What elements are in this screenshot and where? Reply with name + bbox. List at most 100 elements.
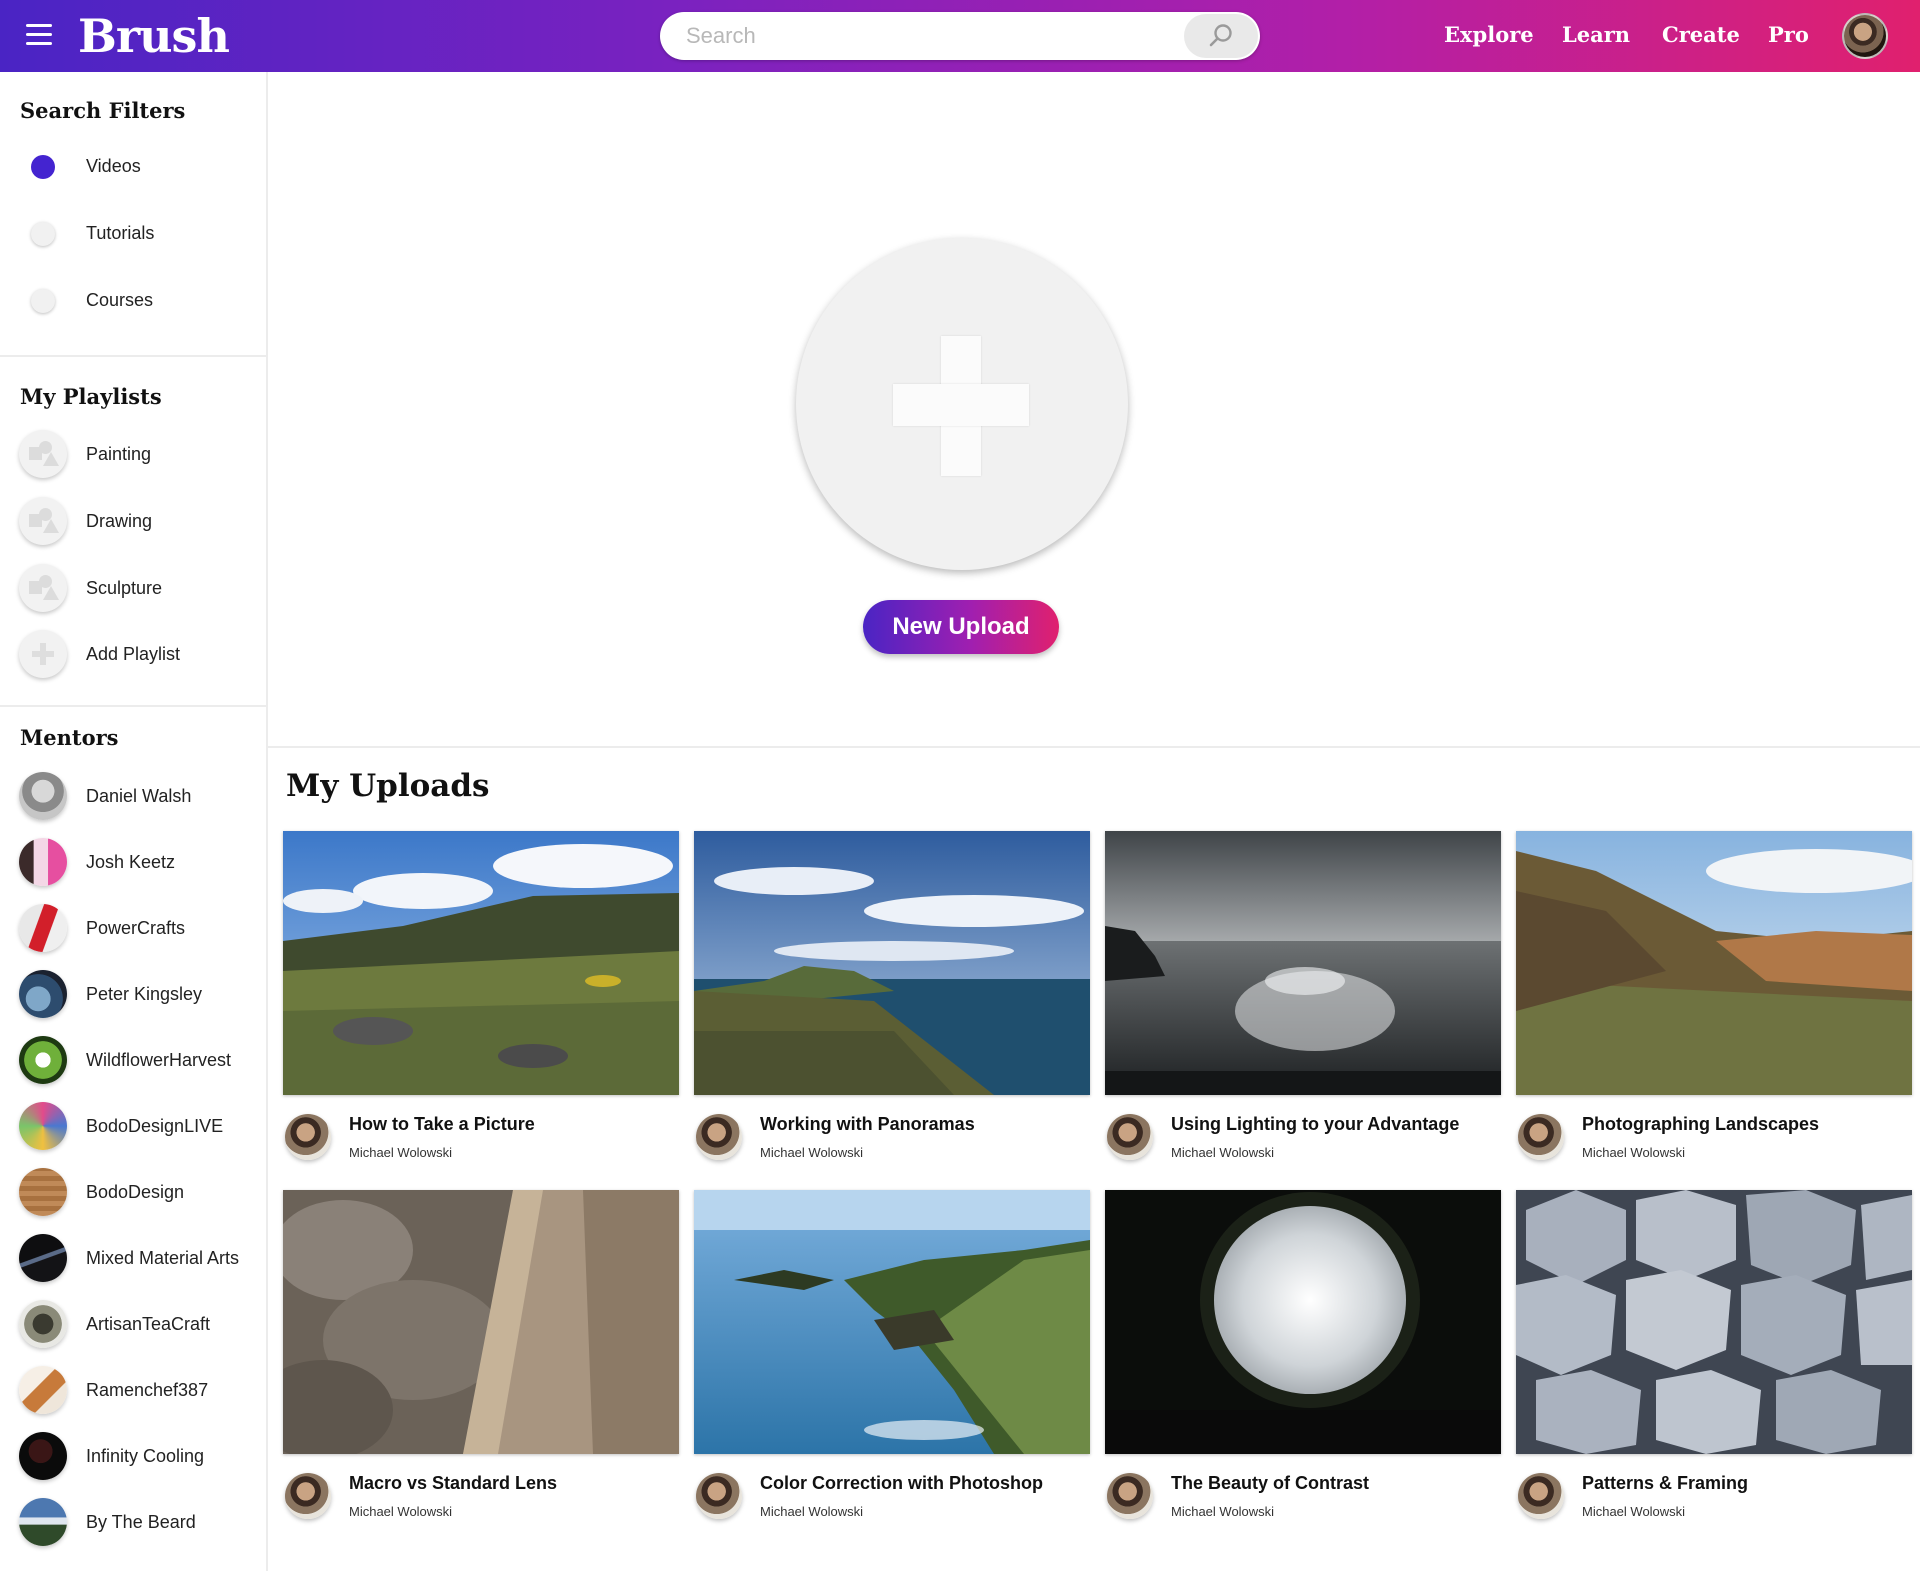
upload-card[interactable]: Photographing Landscapes Michael Wolowsk… <box>1516 831 1912 1176</box>
playlist-item-sculpture[interactable]: Sculpture <box>0 561 266 615</box>
video-thumbnail[interactable] <box>694 831 1090 1095</box>
video-thumbnail[interactable] <box>1105 1190 1501 1454</box>
playlist-label: Sculpture <box>86 578 163 598</box>
sidebar-divider <box>0 705 266 707</box>
upload-card[interactable]: Patterns & Framing Michael Wolowski <box>1516 1190 1912 1535</box>
filter-courses[interactable]: Courses <box>0 280 266 320</box>
my-playlists-heading: My Playlists <box>20 384 162 409</box>
video-author[interactable]: Michael Wolowski <box>1171 1504 1274 1519</box>
mentor-item[interactable]: BodoDesign <box>0 1165 266 1219</box>
filter-label: Tutorials <box>86 223 155 243</box>
nav-learn[interactable]: Learn <box>1562 22 1630 47</box>
filter-label: Videos <box>86 156 141 176</box>
nav-explore[interactable]: Explore <box>1444 22 1534 47</box>
my-uploads-heading: My Uploads <box>286 768 490 804</box>
video-title[interactable]: Color Correction with Photoshop <box>760 1473 1043 1494</box>
video-title[interactable]: Working with Panoramas <box>760 1114 975 1135</box>
video-author[interactable]: Michael Wolowski <box>760 1145 863 1160</box>
mentor-name: Ramenchef387 <box>86 1380 209 1400</box>
video-title[interactable]: Using Lighting to your Advantage <box>1171 1114 1459 1135</box>
author-avatar[interactable] <box>285 1114 331 1160</box>
mentor-name: Josh Keetz <box>86 852 176 872</box>
playlist-item-drawing[interactable]: Drawing <box>0 494 266 548</box>
video-thumbnail[interactable] <box>1516 831 1912 1095</box>
video-author[interactable]: Michael Wolowski <box>1582 1504 1685 1519</box>
mentor-item[interactable]: ArtisanTeaCraft <box>0 1297 266 1351</box>
upload-card[interactable]: Using Lighting to your Advantage Michael… <box>1105 831 1501 1176</box>
search-icon <box>1209 24 1232 47</box>
mentor-avatar <box>19 904 67 952</box>
video-title[interactable]: The Beauty of Contrast <box>1171 1473 1369 1494</box>
filter-videos[interactable]: Videos <box>0 146 266 186</box>
video-author[interactable]: Michael Wolowski <box>760 1504 863 1519</box>
author-avatar[interactable] <box>1107 1114 1153 1160</box>
brush-logo[interactable]: Brush <box>78 8 230 64</box>
video-thumbnail[interactable] <box>283 831 679 1095</box>
mentor-item[interactable]: BodoDesignLIVE <box>0 1099 266 1153</box>
plus-icon <box>19 630 67 678</box>
mentor-avatar <box>19 1498 67 1546</box>
video-author[interactable]: Michael Wolowski <box>1171 1145 1274 1160</box>
mentor-item[interactable]: Infinity Cooling <box>0 1429 266 1483</box>
mentor-item[interactable]: WildflowerHarvest <box>0 1033 266 1087</box>
video-title[interactable]: Patterns & Framing <box>1582 1473 1748 1494</box>
mentor-item[interactable]: Daniel Walsh <box>0 769 266 823</box>
author-avatar[interactable] <box>1518 1473 1564 1519</box>
video-title[interactable]: Photographing Landscapes <box>1582 1114 1819 1135</box>
sidebar-divider <box>0 355 266 357</box>
author-avatar[interactable] <box>696 1114 742 1160</box>
upload-card[interactable]: Working with Panoramas Michael Wolowski <box>694 831 1090 1176</box>
radio-selected-icon[interactable] <box>31 155 55 179</box>
mentor-avatar <box>19 1168 67 1216</box>
radio-icon[interactable] <box>31 289 55 313</box>
mentor-name: WildflowerHarvest <box>86 1050 232 1070</box>
playlist-icon <box>19 497 67 545</box>
filter-tutorials[interactable]: Tutorials <box>0 213 266 253</box>
video-author[interactable]: Michael Wolowski <box>1582 1145 1685 1160</box>
nav-pro[interactable]: Pro <box>1768 22 1809 47</box>
mentor-avatar <box>19 838 67 886</box>
mentor-name: Mixed Material Arts <box>86 1248 240 1268</box>
author-avatar[interactable] <box>1107 1473 1153 1519</box>
menu-icon[interactable] <box>26 24 52 48</box>
mentor-avatar <box>19 970 67 1018</box>
video-thumbnail[interactable] <box>1516 1190 1912 1454</box>
mentor-avatar <box>19 1234 67 1282</box>
video-thumbnail[interactable] <box>1105 831 1501 1095</box>
upload-card[interactable]: Macro vs Standard Lens Michael Wolowski <box>283 1190 679 1535</box>
upload-card[interactable]: The Beauty of Contrast Michael Wolowski <box>1105 1190 1501 1535</box>
mentor-item[interactable]: Ramenchef387 <box>0 1363 266 1417</box>
video-thumbnail[interactable] <box>283 1190 679 1454</box>
mentor-item[interactable]: PowerCrafts <box>0 901 266 955</box>
upload-card[interactable]: Color Correction with Photoshop Michael … <box>694 1190 1090 1535</box>
nav-create[interactable]: Create <box>1662 22 1740 47</box>
playlist-label: Painting <box>86 444 152 464</box>
mentor-name: PowerCrafts <box>86 918 186 938</box>
plus-icon-bar <box>893 384 1029 426</box>
upload-card[interactable]: How to Take a Picture Michael Wolowski <box>283 831 679 1176</box>
mentor-item[interactable]: Mixed Material Arts <box>0 1231 266 1285</box>
video-title[interactable]: How to Take a Picture <box>349 1114 535 1135</box>
new-upload-button[interactable]: New Upload <box>863 600 1059 654</box>
mentor-avatar <box>19 1036 67 1084</box>
author-avatar[interactable] <box>285 1473 331 1519</box>
mentor-avatar <box>19 1300 67 1348</box>
video-title[interactable]: Macro vs Standard Lens <box>349 1473 557 1494</box>
video-author[interactable]: Michael Wolowski <box>349 1145 452 1160</box>
author-avatar[interactable] <box>1518 1114 1564 1160</box>
playlist-icon <box>19 430 67 478</box>
mentor-name: By The Beard <box>86 1512 196 1532</box>
user-avatar[interactable] <box>1842 13 1888 59</box>
radio-icon[interactable] <box>31 222 55 246</box>
video-thumbnail[interactable] <box>694 1190 1090 1454</box>
video-author[interactable]: Michael Wolowski <box>349 1504 452 1519</box>
mentor-item[interactable]: Josh Keetz <box>0 835 266 889</box>
add-playlist-button[interactable]: Add Playlist <box>0 627 266 681</box>
mentor-item[interactable]: By The Beard <box>0 1495 266 1549</box>
upload-drop-zone[interactable] <box>796 238 1128 570</box>
search-input[interactable] <box>686 12 1166 60</box>
playlist-item-painting[interactable]: Painting <box>0 427 266 481</box>
mentor-item[interactable]: Peter Kingsley <box>0 967 266 1021</box>
search-button[interactable] <box>1184 14 1258 58</box>
author-avatar[interactable] <box>696 1473 742 1519</box>
